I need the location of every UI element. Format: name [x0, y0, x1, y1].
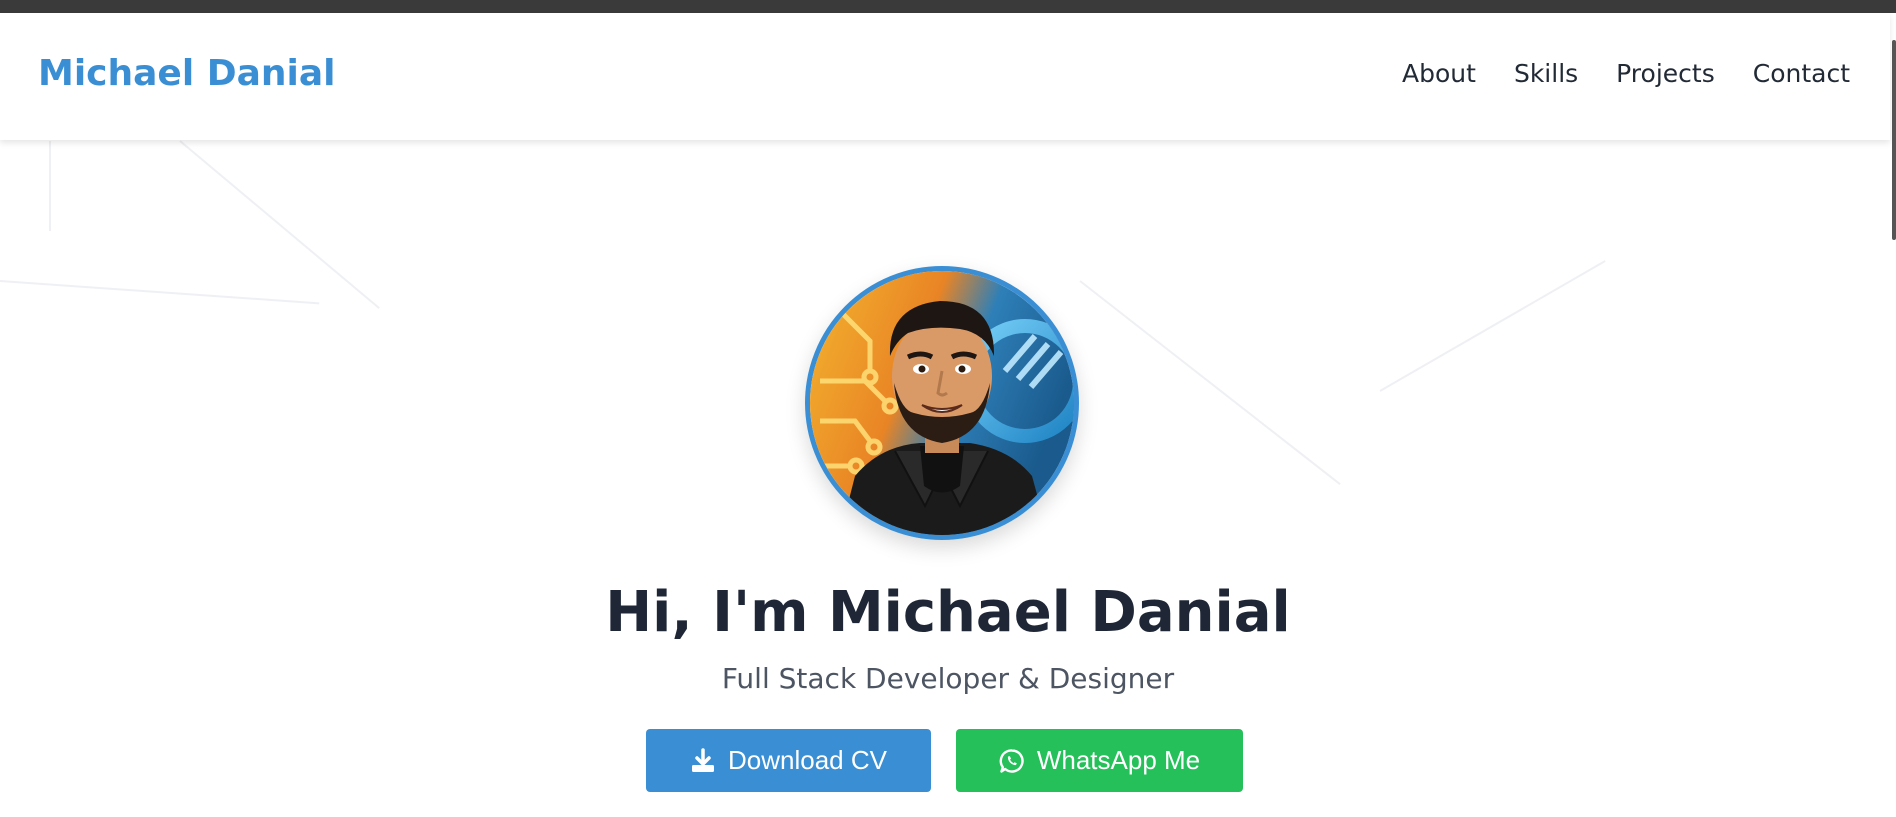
- hero-subtitle: Full Stack Developer & Designer: [721, 662, 1175, 695]
- nav-links: About Skills Projects Contact: [1402, 59, 1850, 88]
- avatar-illustration: [810, 271, 1074, 535]
- download-cv-button[interactable]: Download CV: [646, 729, 931, 792]
- scrollbar[interactable]: [1892, 40, 1896, 240]
- nav-link-projects[interactable]: Projects: [1616, 59, 1715, 88]
- hero-section: Hi, I'm Michael Danial Full Stack Develo…: [0, 140, 1896, 817]
- nav-link-about[interactable]: About: [1402, 59, 1476, 88]
- background-line: [179, 140, 380, 309]
- background-line: [0, 280, 320, 305]
- navbar: Michael Danial About Skills Projects Con…: [0, 13, 1890, 140]
- browser-top-bar: [0, 0, 1896, 13]
- background-line: [49, 141, 51, 231]
- whatsapp-button[interactable]: WhatsApp Me: [956, 729, 1243, 792]
- hero-headline: Hi, I'm Michael Danial: [605, 580, 1291, 645]
- download-icon: [690, 747, 716, 774]
- whatsapp-label: WhatsApp Me: [1036, 745, 1201, 775]
- nav-link-contact[interactable]: Contact: [1753, 59, 1850, 88]
- brand-logo[interactable]: Michael Danial: [38, 53, 336, 94]
- profile-avatar: [805, 266, 1079, 540]
- background-line: [1079, 280, 1341, 485]
- background-line: [1379, 260, 1606, 392]
- download-cv-label: Download CV: [728, 745, 887, 775]
- nav-link-skills[interactable]: Skills: [1514, 59, 1578, 88]
- whatsapp-icon: [999, 748, 1025, 774]
